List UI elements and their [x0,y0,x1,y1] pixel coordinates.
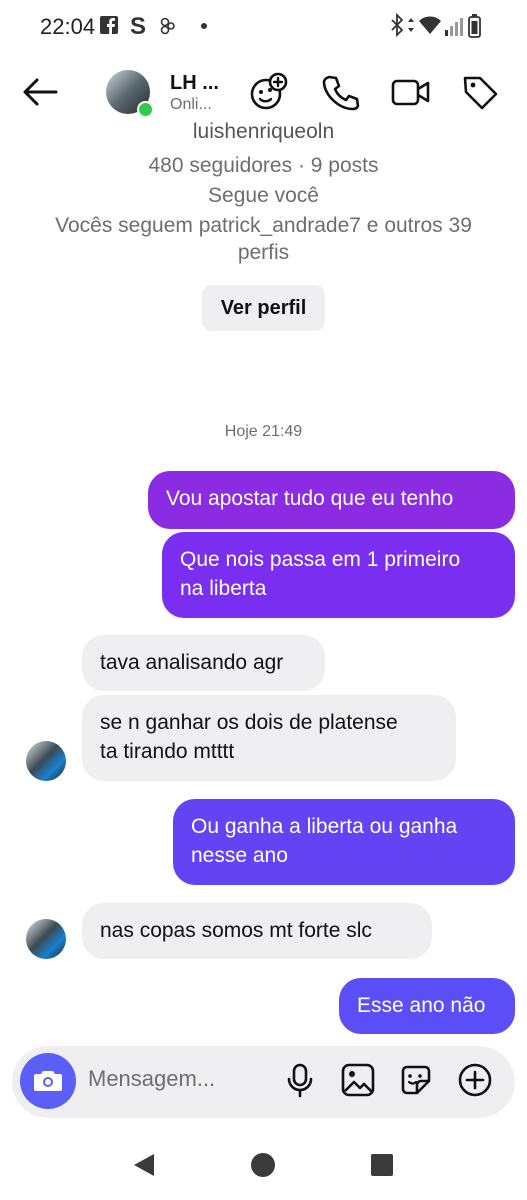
camera-icon [34,1071,62,1091]
system-nav-bar [0,1130,527,1200]
message-text: nesse ano [191,844,288,867]
clock: 22:04 [40,14,96,39]
add-effect-icon [250,72,288,110]
app-icon [160,17,175,35]
message-text: ta tirando mtttt [100,740,235,763]
message-outgoing[interactable]: Que nois passa em 1 primeiro na liberta [162,532,515,618]
message-outgoing[interactable]: Ou ganha a liberta ou ganha nesse ano [173,799,515,885]
message-text: nas copas somos mt forte slc [100,919,372,942]
message-text: Vou apostar tudo que eu tenho [166,487,454,510]
message-text: tava analisando agr [100,651,284,674]
video-icon [391,79,430,106]
sticker-button[interactable] [398,1062,434,1098]
message-text: Esse ano não [357,994,486,1017]
system-icons [389,12,489,45]
nav-back-icon[interactable] [130,1152,156,1178]
message-incoming[interactable]: nas copas somos mt forte slc [82,903,432,959]
sticker-icon [401,1065,431,1095]
notification-icons: S [100,12,210,45]
svg-text:S: S [130,13,146,40]
data-arrows-icon [408,18,414,32]
microphone-icon [287,1063,313,1098]
nav-home-icon[interactable] [250,1152,276,1178]
image-icon [341,1063,375,1097]
add-effect-button[interactable] [248,72,290,112]
video-call-button[interactable] [390,72,432,112]
mutual-followers-line1: Vocês seguem patrick_andrade7 e outros 3… [55,214,472,237]
wifi-icon [419,16,441,34]
dot-icon [201,23,207,29]
conversation-timestamp: Hoje 21:49 [224,423,303,440]
battery-icon [468,14,481,38]
camera-button[interactable] [20,1053,76,1109]
plus-circle-icon [458,1063,492,1097]
message-input[interactable]: Mensagem... [88,1066,258,1092]
facebook-icon [100,16,118,34]
profile-stats: 480 seguidores · 9 posts [148,154,379,177]
view-profile-button[interactable]: Ver perfil [202,285,325,331]
message-text: na liberta [180,577,267,600]
sender-avatar[interactable] [26,919,66,959]
status-bar: 22:04 S [0,0,527,52]
signal-icon [445,18,463,36]
gallery-button[interactable] [340,1062,376,1098]
phone-icon [322,75,360,111]
s-icon: S [130,13,146,40]
message-incoming[interactable]: se n ganhar os dois de platense ta tiran… [82,695,456,781]
mutual-followers-line2: perfis [237,241,290,264]
arrow-left-icon [23,78,58,106]
message-incoming[interactable]: tava analisando agr [82,635,325,691]
back-button[interactable] [20,74,60,110]
call-button[interactable] [320,72,362,112]
voice-button[interactable] [282,1062,318,1098]
profile-username: luishenriqueoln [192,120,335,143]
message-text: se n ganhar os dois de platense [100,711,398,734]
message-text: Ou ganha a liberta ou ganha [191,815,458,838]
online-indicator [137,101,154,118]
tag-button[interactable] [460,72,502,112]
contact-avatar[interactable] [106,70,154,118]
sender-avatar[interactable] [26,741,66,781]
bluetooth-icon [391,12,404,38]
nav-recents-icon[interactable] [370,1153,394,1177]
message-outgoing[interactable]: Vou apostar tudo que eu tenho [148,471,515,529]
message-text: Que nois passa em 1 primeiro [180,548,461,571]
more-options-button[interactable] [457,1062,493,1098]
message-outgoing[interactable]: Esse ano não [339,978,515,1034]
follows-you-label: Segue você [208,184,319,207]
contact-name[interactable]: LH ... [170,72,219,95]
contact-status: Onli... [170,96,212,113]
tag-icon [463,76,498,110]
